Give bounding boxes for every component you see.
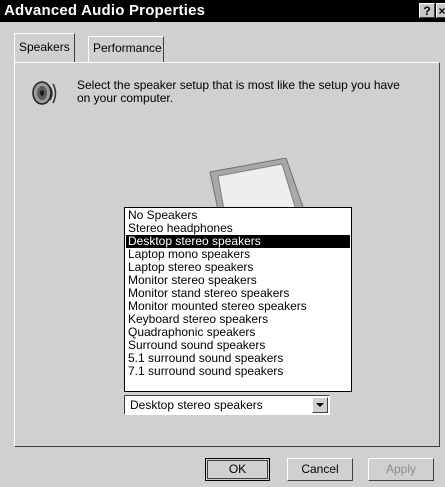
speaker-setup-dropdown-list[interactable]: No Speakers Stereo headphones Desktop st…: [124, 207, 352, 392]
tab-speakers[interactable]: Speakers: [14, 33, 75, 62]
monitor-icon: [209, 158, 305, 210]
list-item[interactable]: 7.1 surround sound speakers: [126, 365, 350, 378]
ok-button[interactable]: OK: [205, 458, 270, 481]
selected-speaker-setup: Desktop stereo speakers: [130, 398, 263, 412]
speaker-setup-instructions: Select the speaker setup that is most li…: [77, 78, 400, 105]
window-title: Advanced Audio Properties: [4, 2, 206, 19]
close-button[interactable]: ×: [436, 3, 445, 18]
help-button[interactable]: ?: [419, 3, 435, 18]
cancel-button[interactable]: Cancel: [287, 458, 353, 481]
title-bar[interactable]: Advanced Audio Properties ? ×: [0, 0, 445, 22]
speaker-setup-select[interactable]: Desktop stereo speakers: [124, 395, 330, 415]
advanced-audio-properties-dialog: Advanced Audio Properties ? × Speakers P…: [0, 0, 445, 487]
speaker-icon: [32, 81, 57, 105]
chevron-down-icon: [316, 403, 324, 407]
tab-performance[interactable]: Performance: [88, 36, 164, 62]
apply-button[interactable]: Apply: [368, 458, 434, 481]
dropdown-button[interactable]: [312, 397, 328, 413]
